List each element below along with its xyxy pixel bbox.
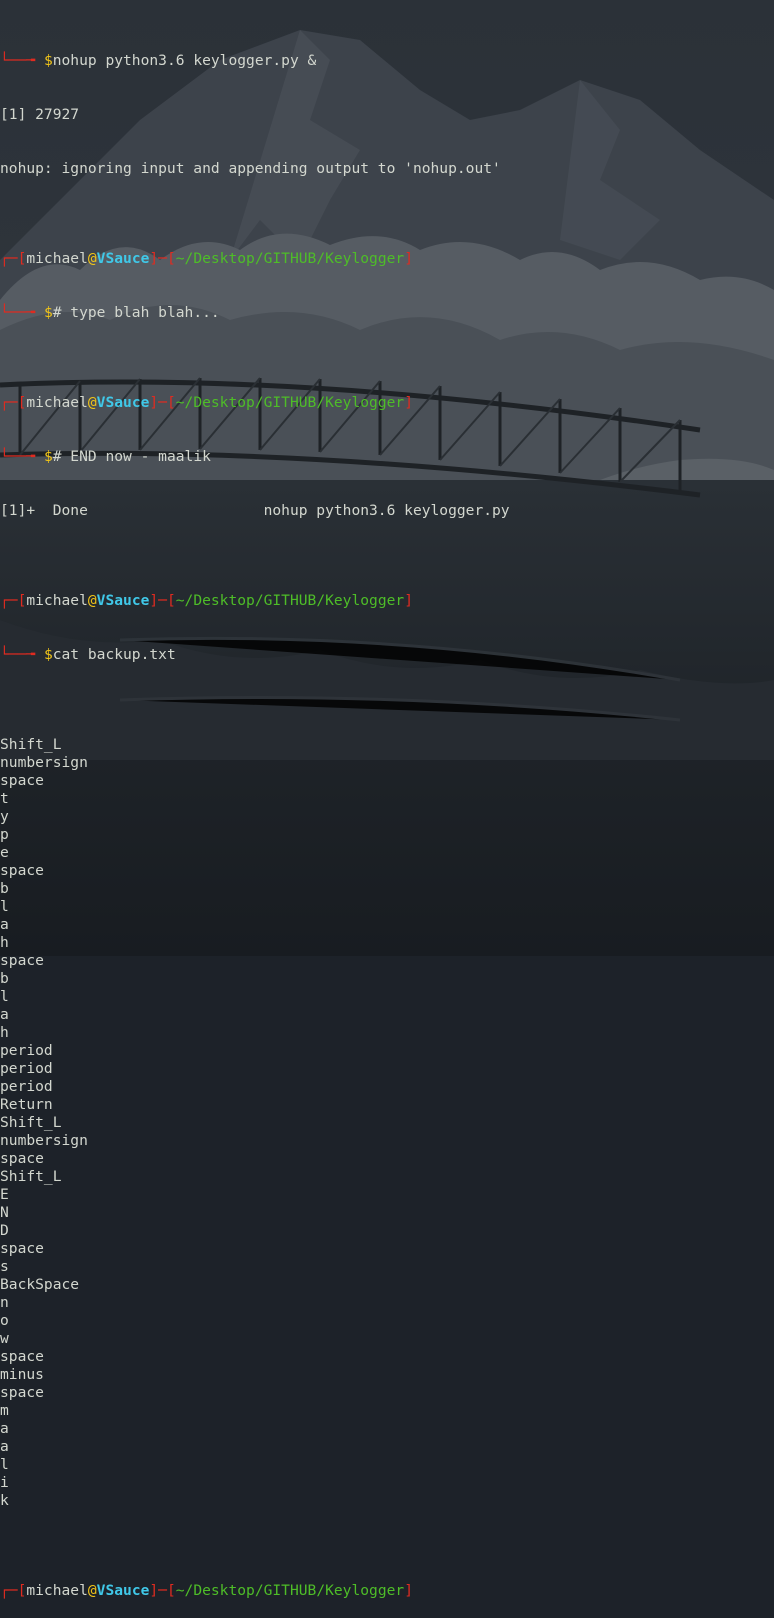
prompt-command-line: └──╼ $# END now - maalik bbox=[0, 448, 211, 465]
keystroke-line: space bbox=[0, 1384, 44, 1401]
keystroke-line: m bbox=[0, 1402, 9, 1419]
keystroke-line: D bbox=[0, 1222, 9, 1239]
keystroke-line: s bbox=[0, 1258, 9, 1275]
keystroke-line: minus bbox=[0, 1366, 44, 1383]
output-line: [1] 27927 bbox=[0, 106, 80, 123]
keystroke-line: space bbox=[0, 1240, 44, 1257]
keystroke-line: numbersign bbox=[0, 754, 88, 771]
command-text: cat backup.txt bbox=[52, 646, 176, 663]
keystroke-line: o bbox=[0, 1312, 9, 1329]
tree-arrow-icon: └──╼ bbox=[0, 646, 44, 663]
keystroke-line: b bbox=[0, 970, 9, 987]
keystroke-line: N bbox=[0, 1204, 9, 1221]
keystroke-line: l bbox=[0, 1456, 9, 1473]
keystroke-line: i bbox=[0, 1474, 9, 1491]
prompt-dollar: $ bbox=[43, 52, 53, 69]
prompt-path: ~/Desktop/GITHUB/Keylogger bbox=[175, 250, 405, 267]
keystroke-line: space bbox=[0, 862, 44, 879]
keystroke-line: BackSpace bbox=[0, 1276, 80, 1293]
keystroke-line: a bbox=[0, 1006, 9, 1023]
keystroke-line: h bbox=[0, 1024, 9, 1041]
keystroke-line: a bbox=[0, 916, 9, 933]
keystroke-line: space bbox=[0, 1348, 44, 1365]
keystroke-line: period bbox=[0, 1042, 53, 1059]
keystroke-line: h bbox=[0, 934, 9, 951]
prompt-header: ┌─[michael@VSauce]─[~/Desktop/GITHUB/Key… bbox=[0, 592, 413, 609]
keystroke-line: period bbox=[0, 1078, 53, 1095]
keystroke-line: y bbox=[0, 808, 9, 825]
prompt-command-line: └──╼ $cat backup.txt bbox=[0, 646, 176, 663]
tree-arrow-icon: └──╼ bbox=[0, 304, 44, 321]
command-text: # type blah blah... bbox=[52, 304, 220, 321]
prompt-host: VSauce bbox=[96, 250, 150, 267]
keystroke-line: a bbox=[0, 1420, 9, 1437]
keystroke-line: numbersign bbox=[0, 1132, 88, 1149]
prompt-header: ┌─[michael@VSauce]─[~/Desktop/GITHUB/Key… bbox=[0, 250, 413, 267]
keystroke-line: space bbox=[0, 1150, 44, 1167]
output-line: nohup: ignoring input and appending outp… bbox=[0, 160, 501, 177]
prompt-user: michael bbox=[26, 250, 88, 267]
keystroke-line: Shift_L bbox=[0, 1114, 62, 1131]
keystroke-line: E bbox=[0, 1186, 9, 1203]
keystroke-line: n bbox=[0, 1294, 9, 1311]
command-text: # END now - maalik bbox=[52, 448, 211, 465]
keystroke-line: e bbox=[0, 844, 9, 861]
keystroke-line: b bbox=[0, 880, 9, 897]
keystroke-line: period bbox=[0, 1060, 53, 1077]
tree-arrow-icon: └──╼ bbox=[0, 448, 44, 465]
job-done-line: [1]+ Done nohup python3.6 keylogger.py bbox=[0, 502, 510, 519]
keystroke-line: w bbox=[0, 1330, 9, 1347]
keystroke-line: Shift_L bbox=[0, 1168, 62, 1185]
keystroke-line: space bbox=[0, 952, 44, 969]
keystroke-line: l bbox=[0, 898, 9, 915]
prompt-header: ┌─[michael@VSauce]─[~/Desktop/GITHUB/Key… bbox=[0, 394, 413, 411]
keystroke-line: Return bbox=[0, 1096, 53, 1113]
command-text: nohup python3.6 keylogger.py & bbox=[52, 52, 317, 69]
keystroke-line: a bbox=[0, 1438, 9, 1455]
keystroke-line: t bbox=[0, 790, 9, 807]
keystroke-line: k bbox=[0, 1492, 9, 1509]
keystroke-log: Shift_L numbersign space t y p e space b l a h space… bbox=[0, 736, 774, 1510]
keystroke-line: p bbox=[0, 826, 9, 843]
keystroke-line: l bbox=[0, 988, 9, 1005]
tree-arrow-icon: └──╼ bbox=[0, 52, 44, 69]
keystroke-line: Shift_L bbox=[0, 736, 62, 753]
keystroke-line: space bbox=[0, 772, 44, 789]
prompt-header: ┌─[michael@VSauce]─[~/Desktop/GITHUB/Key… bbox=[0, 1582, 413, 1599]
prompt-command-line: └──╼ $# type blah blah... bbox=[0, 304, 220, 321]
prompt-command-line: └──╼ $nohup python3.6 keylogger.py & bbox=[0, 52, 774, 70]
terminal-output[interactable]: └──╼ $nohup python3.6 keylogger.py & [1]… bbox=[0, 0, 774, 1618]
